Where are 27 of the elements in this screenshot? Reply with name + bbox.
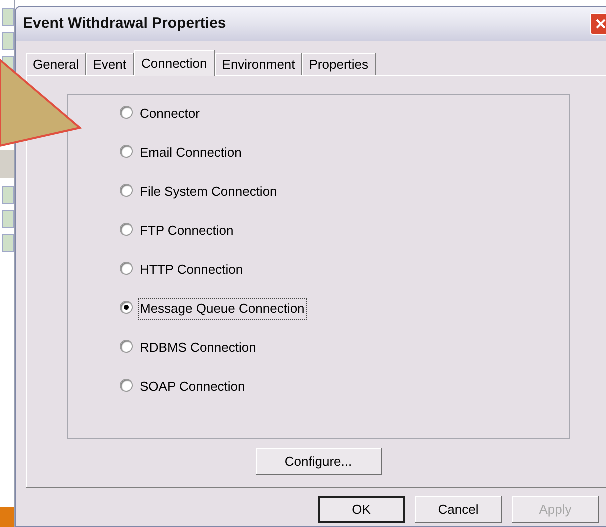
radio-label: FTP Connection	[139, 222, 235, 240]
tab[interactable]: Event	[86, 53, 134, 75]
radio-button[interactable]	[120, 223, 133, 236]
radio-button[interactable]	[120, 379, 133, 392]
radio-button[interactable]	[120, 301, 133, 314]
radio-label: Email Connection	[139, 144, 243, 162]
dialog-button[interactable]: OK	[318, 496, 405, 523]
radio-label: Connector	[139, 105, 201, 123]
close-button[interactable]	[590, 13, 606, 35]
tab[interactable]: Properties	[302, 53, 376, 75]
radio-label: RDBMS Connection	[139, 339, 258, 357]
tab[interactable]: Connection	[134, 50, 216, 76]
close-icon	[596, 19, 606, 29]
window-title: Event Withdrawal Properties	[23, 14, 226, 34]
radio-label: File System Connection	[139, 183, 278, 201]
radio-button[interactable]	[120, 106, 133, 119]
radio-label: HTTP Connection	[139, 261, 244, 279]
radio-label: Message Queue Connection	[139, 299, 306, 318]
radio-button[interactable]	[120, 262, 133, 275]
radio-button[interactable]	[120, 184, 133, 197]
configure-button[interactable]: Configure...	[256, 448, 382, 475]
dialog-button[interactable]: Cancel	[415, 496, 502, 523]
radio-button[interactable]	[120, 145, 133, 158]
tab[interactable]: Environment	[215, 53, 302, 75]
radio-button[interactable]	[120, 340, 133, 353]
tab[interactable]: General	[26, 53, 86, 75]
radio-label: SOAP Connection	[139, 378, 246, 396]
